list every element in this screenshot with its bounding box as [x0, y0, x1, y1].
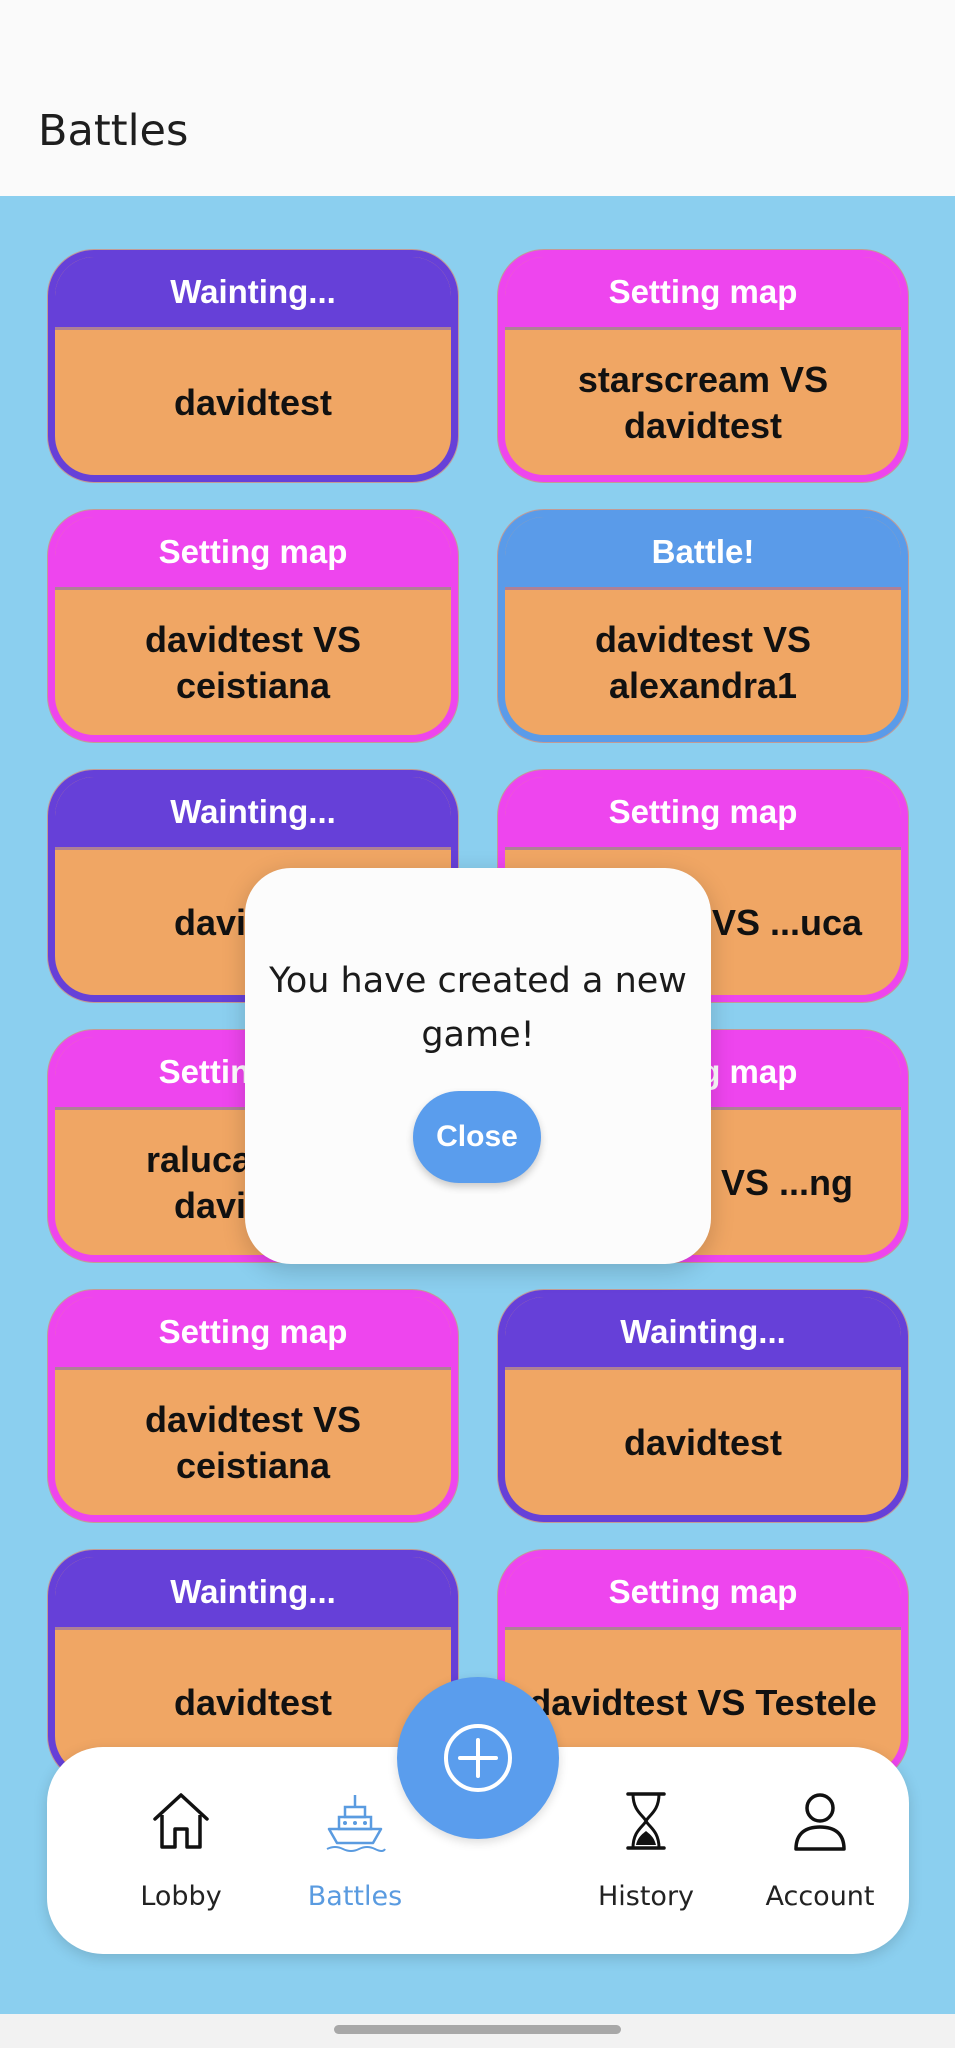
dialog-message: You have created a new game! [269, 961, 687, 1055]
nav-label: Lobby [140, 1881, 222, 1912]
battle-card[interactable]: Setting map davidtest VS ceistiana [48, 1290, 458, 1522]
battle-status-label: Wainting... [55, 777, 451, 847]
battle-players: davidtest VS alexandra1 [505, 587, 901, 735]
battle-players: starscream VS davidtest [505, 327, 901, 475]
nav-item-lobby[interactable]: Lobby [106, 1787, 256, 1912]
nav-label: History [597, 1881, 695, 1912]
nav-item-history[interactable]: History [571, 1787, 721, 1912]
close-button[interactable]: Close [413, 1091, 541, 1183]
battle-players: davidtest VS ceistiana [55, 587, 451, 735]
hourglass-icon [571, 1787, 721, 1855]
plus-circle-icon [444, 1724, 512, 1792]
battle-status-label: Setting map [55, 517, 451, 587]
battle-status-label: Setting map [55, 1297, 451, 1367]
battle-card[interactable]: Setting map davidtest VS ceistiana [48, 510, 458, 742]
battle-players: davidtest [55, 327, 451, 475]
create-game-button[interactable] [397, 1677, 559, 1839]
game-created-dialog: You have created a new game! Close [245, 868, 711, 1264]
page-title: Battles [38, 106, 189, 156]
user-icon [745, 1787, 895, 1855]
battle-card[interactable]: Wainting... davidtest [48, 250, 458, 482]
nav-label: Battles [307, 1881, 403, 1912]
battle-card[interactable]: Wainting... davidtest [498, 1290, 908, 1522]
battle-players: davidtest VS ceistiana [55, 1367, 451, 1515]
battle-status-label: Setting map [505, 1557, 901, 1627]
battle-status-label: Wainting... [505, 1297, 901, 1367]
battle-status-label: Setting map [505, 257, 901, 327]
battle-card[interactable]: Battle! davidtest VS alexandra1 [498, 510, 908, 742]
home-icon [106, 1787, 256, 1855]
battle-status-label: Wainting... [55, 1557, 451, 1627]
battle-card[interactable]: Setting map starscream VS davidtest [498, 250, 908, 482]
battle-status-label: Wainting... [55, 257, 451, 327]
battle-status-label: Battle! [505, 517, 901, 587]
nav-item-battles[interactable]: Battles [280, 1787, 430, 1912]
home-indicator [334, 2025, 621, 2034]
nav-item-account[interactable]: Account [745, 1787, 895, 1912]
nav-label: Account [765, 1881, 875, 1912]
battle-status-label: Setting map [505, 777, 901, 847]
app-header: Battles [0, 0, 955, 196]
battle-players: davidtest [505, 1367, 901, 1515]
